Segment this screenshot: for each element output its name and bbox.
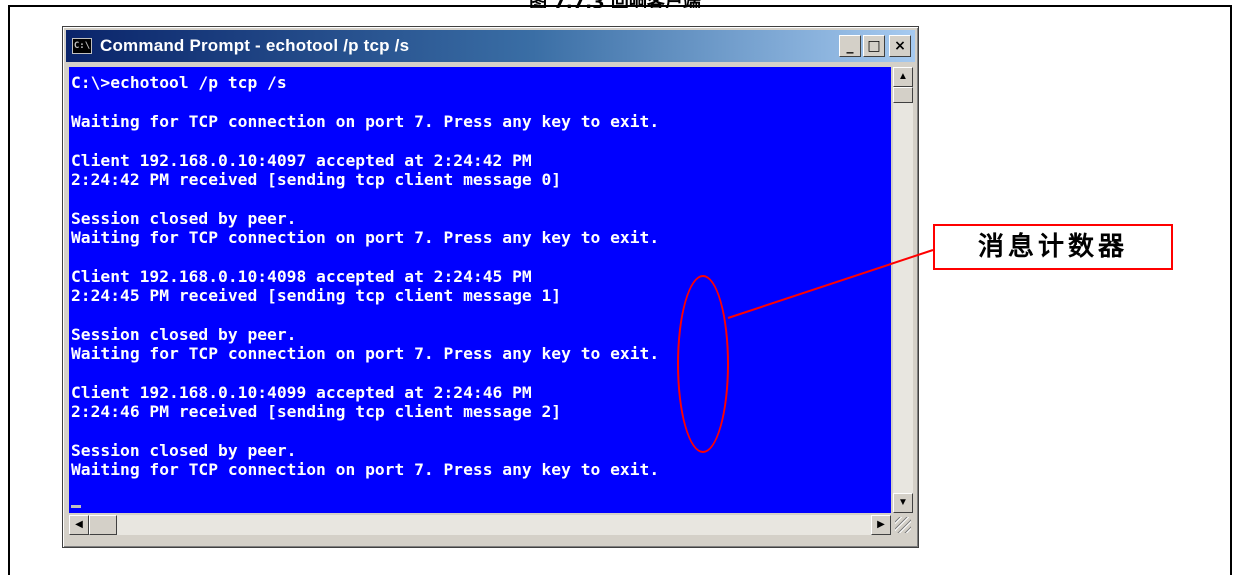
pointer-line-segment	[727, 249, 934, 319]
annotation-label: 消息计数器	[933, 224, 1173, 270]
annotation-pointer-line	[727, 249, 934, 319]
